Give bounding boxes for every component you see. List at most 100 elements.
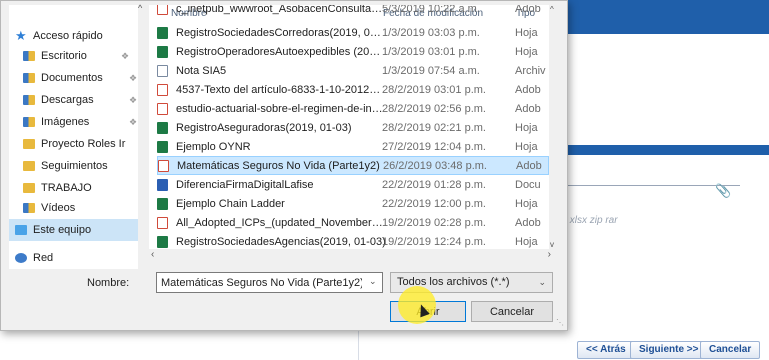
file-row[interactable]: RegistroOperadoresAutoexpedibles (2019, … bbox=[157, 42, 549, 61]
file-type: Adob bbox=[515, 102, 541, 115]
nav-item-trabajo[interactable]: TRABAJO bbox=[23, 177, 92, 199]
file-list-horizontal-scrollbar[interactable]: ‹ › bbox=[149, 249, 557, 263]
background-cancel-button[interactable]: Cancelar bbox=[700, 341, 761, 359]
file-row[interactable]: Ejemplo OYNR 27/2/2019 12:04 p.m. Hoja bbox=[157, 137, 549, 156]
nav-item-documents[interactable]: Documentos ❖ bbox=[23, 67, 137, 89]
background-section-bar bbox=[540, 145, 769, 155]
file-date: 22/2/2019 01:28 p.m. bbox=[382, 178, 486, 191]
file-name: All_Adopted_ICPs_(updated_November_2018) bbox=[176, 216, 386, 229]
file-name: estudio-actuarial-sobre-el-regimen-de-in… bbox=[176, 102, 386, 115]
navigation-pane: ★ Acceso rápido Escritorio ❖ Documentos … bbox=[9, 5, 145, 269]
file-row[interactable]: All_Adopted_ICPs_(updated_November_2018)… bbox=[157, 213, 549, 232]
file-row[interactable]: Matemáticas Seguros No Vida (Parte1y2) 26… bbox=[157, 156, 549, 175]
file-type-filter[interactable]: Todos los archivos (*.*) ⌄ bbox=[390, 272, 553, 293]
file-row[interactable]: RegistroAseguradoras(2019, 01-03) 28/2/20… bbox=[157, 118, 549, 137]
nav-item-quick-access[interactable]: ★ Acceso rápido bbox=[15, 25, 103, 47]
folder-icon bbox=[23, 139, 35, 149]
file-name-label: Nombre: bbox=[87, 277, 130, 289]
nav-item-label: Seguimientos bbox=[41, 160, 108, 172]
file-date: 22/2/2019 12:00 p.m. bbox=[382, 197, 486, 210]
file-name-input[interactable] bbox=[156, 272, 383, 293]
file-type: Adob bbox=[515, 83, 541, 96]
nav-item-pictures[interactable]: Imágenes ❖ bbox=[23, 111, 137, 133]
background-file-hint: s xlsx zip rar bbox=[562, 215, 618, 226]
pdf-file-icon bbox=[157, 83, 168, 96]
background-file-field[interactable] bbox=[560, 185, 740, 186]
scroll-up-icon[interactable]: ^ bbox=[550, 5, 554, 14]
nav-item-desktop[interactable]: Escritorio ❖ bbox=[23, 45, 129, 67]
file-date: 5/3/2019 10:22 a.m. bbox=[382, 5, 480, 15]
nav-item-label: Acceso rápido bbox=[33, 30, 103, 42]
pdf-file-icon bbox=[158, 159, 169, 172]
file-date: 1/3/2019 07:54 a.m. bbox=[382, 64, 480, 77]
folder-icon bbox=[23, 161, 35, 171]
next-button[interactable]: Siguiente >> bbox=[630, 341, 708, 359]
nav-item-downloads[interactable]: Descargas ❖ bbox=[23, 89, 137, 111]
chevron-down-icon[interactable]: ⌄ bbox=[369, 276, 377, 287]
file-type: Archiv bbox=[515, 64, 546, 77]
nav-item-videos[interactable]: Vídeos bbox=[23, 197, 75, 219]
pdf-file-icon bbox=[157, 5, 168, 15]
file-row[interactable]: DiferenciaFirmaDigitalLafise 22/2/2019 01… bbox=[157, 175, 549, 194]
pdf-file-icon bbox=[157, 102, 168, 115]
pin-icon[interactable]: ❖ bbox=[129, 95, 137, 106]
cancel-button[interactable]: Cancelar bbox=[471, 301, 553, 322]
pdf-file-icon bbox=[157, 216, 168, 229]
file-row[interactable]: Ejemplo Chain Ladder 22/2/2019 12:00 p.m.… bbox=[157, 194, 549, 213]
scroll-down-icon[interactable]: v bbox=[550, 240, 554, 249]
file-type: Hoja bbox=[515, 235, 538, 248]
xls-file-icon bbox=[157, 197, 168, 210]
file-name: RegistroOperadoresAutoexpedibles (2019, … bbox=[176, 45, 386, 58]
file-row[interactable]: Nota SIA5 1/3/2019 07:54 a.m. Archiv bbox=[157, 61, 549, 80]
resize-grip-icon[interactable]: ⋱ bbox=[556, 318, 564, 327]
file-name: RegistroAseguradoras(2019, 01-03) bbox=[176, 121, 352, 134]
file-date: 28/2/2019 02:21 p.m. bbox=[382, 121, 486, 134]
file-type: Hoja bbox=[515, 45, 538, 58]
file-type: Adob bbox=[515, 216, 541, 229]
file-date: 28/2/2019 03:01 p.m. bbox=[382, 83, 486, 96]
file-type: Hoja bbox=[515, 26, 538, 39]
file-date: 1/3/2019 03:01 p.m. bbox=[382, 45, 480, 58]
scroll-left-icon[interactable]: ‹ bbox=[151, 249, 154, 260]
file-date: 26/2/2019 03:48 p.m. bbox=[383, 159, 487, 172]
file-date: 1/3/2019 03:03 p.m. bbox=[382, 26, 480, 39]
file-row[interactable]: RegistroSociedadesCorredoras(2019, 01-03… bbox=[157, 23, 549, 42]
file-name: Nota SIA5 bbox=[176, 64, 227, 77]
navigation-scrollbar[interactable]: ^ bbox=[138, 3, 146, 269]
network-icon bbox=[15, 253, 27, 263]
pin-icon[interactable]: ❖ bbox=[129, 117, 137, 128]
file-type-filter-value: Todos los archivos (*.*) bbox=[397, 276, 510, 288]
file-row[interactable]: estudio-actuarial-sobre-el-regimen-de-in… bbox=[157, 99, 549, 118]
file-type: Docu bbox=[515, 178, 541, 191]
nav-item-label: Descargas bbox=[41, 94, 94, 106]
file-name: DiferenciaFirmaDigitalLafise bbox=[176, 178, 314, 191]
file-date: 19/2/2019 12:24 p.m. bbox=[382, 235, 486, 248]
nav-item-seguimientos[interactable]: Seguimientos bbox=[23, 155, 108, 177]
pin-icon[interactable]: ❖ bbox=[129, 73, 137, 84]
xls-file-icon bbox=[157, 140, 168, 153]
file-name: c_inetpub_wwwroot_AsobacenConsulta_repor… bbox=[176, 5, 386, 15]
nav-item-label: Proyecto Roles Ir bbox=[41, 138, 126, 150]
nav-item-this-pc[interactable]: Este equipo bbox=[9, 219, 145, 241]
downloads-folder-icon bbox=[23, 95, 35, 105]
scroll-right-icon[interactable]: › bbox=[548, 249, 551, 260]
this-pc-icon bbox=[15, 225, 27, 235]
back-button[interactable]: << Atrás bbox=[577, 341, 635, 359]
nav-item-proyecto-roles[interactable]: Proyecto Roles Ir bbox=[23, 133, 125, 155]
file-date: 19/2/2019 02:28 p.m. bbox=[382, 216, 486, 229]
file-list: Nombre Fecha de modificación Tipo c_inet… bbox=[149, 5, 557, 255]
file-row[interactable]: c_inetpub_wwwroot_AsobacenConsulta_repor… bbox=[157, 5, 549, 18]
file-list-vertical-scrollbar[interactable]: ^ v bbox=[549, 5, 558, 249]
file-row[interactable]: 4537-Texto del artículo-6833-1-10-201212… bbox=[157, 80, 549, 99]
videos-folder-icon bbox=[23, 203, 35, 213]
nav-item-label: Vídeos bbox=[41, 202, 76, 214]
scroll-up-icon[interactable]: ^ bbox=[138, 3, 142, 13]
paperclip-icon[interactable]: 📎 bbox=[715, 183, 731, 199]
nav-item-label: Este equipo bbox=[33, 224, 92, 236]
nav-item-label: Imágenes bbox=[41, 116, 90, 128]
pin-icon[interactable]: ❖ bbox=[121, 51, 129, 62]
nav-item-network[interactable]: Red ⌄ bbox=[15, 247, 145, 269]
file-name: Matemáticas Seguros No Vida (Parte1y2) bbox=[177, 159, 380, 172]
open-button[interactable]: Abrir bbox=[390, 301, 466, 322]
file-name: Ejemplo Chain Ladder bbox=[176, 197, 285, 210]
